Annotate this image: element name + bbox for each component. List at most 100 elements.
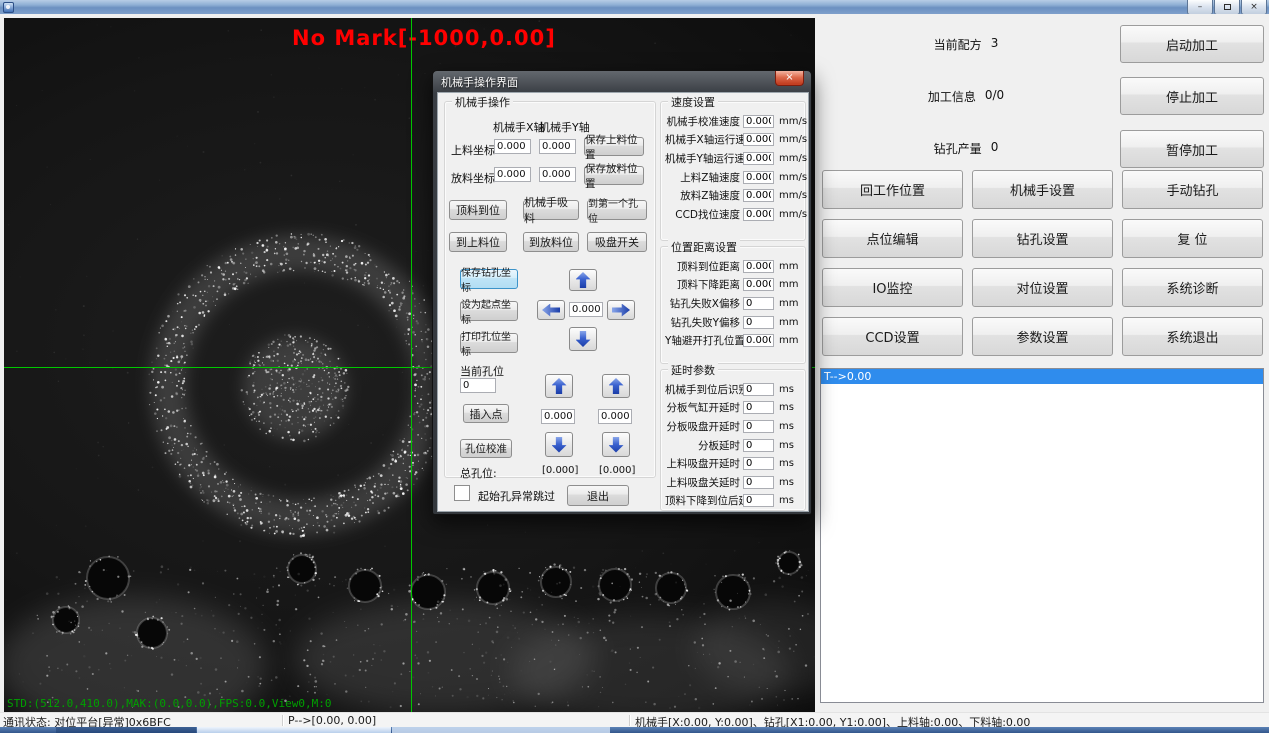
maximize-button[interactable] <box>1214 0 1240 15</box>
current-hole-label: 当前孔位 <box>460 363 504 379</box>
system-exit-button[interactable]: 系统退出 <box>1122 317 1263 356</box>
speed-input[interactable] <box>743 189 774 202</box>
unload-x-input[interactable] <box>494 167 531 182</box>
delay-row: 机械手到位后识别延时ms <box>665 380 801 399</box>
speed-input[interactable] <box>743 208 774 221</box>
y-step-input[interactable] <box>598 409 632 424</box>
drill-settings-button[interactable]: 钻孔设置 <box>972 219 1113 258</box>
stat-value: 0/0 <box>985 88 1004 105</box>
start-process-button[interactable]: 启动加工 <box>1120 25 1264 63</box>
log-list-item[interactable]: T-->0.00 <box>821 369 1263 384</box>
skip-abnormal-checkbox[interactable] <box>454 485 470 501</box>
distance-row: 顶料到位距离mm <box>665 257 801 276</box>
load-y-input[interactable] <box>539 139 576 154</box>
to-first-hole-button[interactable]: 到第一个孔位 <box>587 200 647 220</box>
minimize-button[interactable]: – <box>1187 0 1213 15</box>
window-titlebar[interactable]: – × <box>0 0 1269 14</box>
unload-y-input[interactable] <box>539 167 576 182</box>
x-axis-up-button[interactable] <box>545 374 573 398</box>
stat-value: 0 <box>991 140 999 157</box>
print-hole-coord-button[interactable]: 打印孔位坐标 <box>460 333 518 353</box>
return-work-position-button[interactable]: 回工作位置 <box>822 170 963 209</box>
save-load-position-button[interactable]: 保存上料位置 <box>584 137 644 156</box>
pause-process-button[interactable]: 暂停加工 <box>1120 130 1264 168</box>
parameter-settings-button[interactable]: 参数设置 <box>972 317 1113 356</box>
taskbar[interactable] <box>0 727 1269 733</box>
delay-input[interactable] <box>743 439 774 452</box>
delay-input[interactable] <box>743 457 774 470</box>
x-axis-down-button[interactable] <box>545 432 573 457</box>
suction-switch-button[interactable]: 吸盘开关 <box>587 232 647 252</box>
y-axis-down-button[interactable] <box>602 432 630 457</box>
top-material-in-place-button[interactable]: 顶料到位 <box>449 200 507 220</box>
to-load-position-button[interactable]: 到上料位 <box>449 232 507 252</box>
jog-right-button[interactable] <box>607 300 635 320</box>
io-monitor-button[interactable]: IO监控 <box>822 268 963 307</box>
log-list[interactable]: T-->0.00 <box>820 368 1264 703</box>
speed-input[interactable] <box>743 152 774 165</box>
group-title: 位置距离设置 <box>668 239 740 255</box>
mark-status-text: No Mark[-1000,0.00] <box>292 26 556 50</box>
delay-input[interactable] <box>743 476 774 489</box>
dialog-title: 机械手操作界面 <box>441 74 518 90</box>
minimize-icon: – <box>1198 3 1203 12</box>
x-step-input[interactable] <box>541 409 575 424</box>
exit-button[interactable]: 退出 <box>567 485 629 506</box>
ccd-settings-button[interactable]: CCD设置 <box>822 317 963 356</box>
jog-left-button[interactable] <box>537 300 565 320</box>
speed-input[interactable] <box>743 171 774 184</box>
current-recipe-stat: 当前配方3 <box>816 36 1116 53</box>
distance-input[interactable] <box>743 278 774 291</box>
delay-input[interactable] <box>743 383 774 396</box>
distance-input[interactable] <box>743 334 774 347</box>
current-hole-input[interactable] <box>460 378 496 393</box>
robot-pick-button[interactable]: 机械手吸料 <box>523 200 579 220</box>
close-button[interactable]: × <box>1241 0 1267 15</box>
delay-input[interactable] <box>743 420 774 433</box>
down-arrow-icon <box>552 437 567 453</box>
dialog-close-button[interactable]: × <box>775 71 804 86</box>
hole-calibrate-button[interactable]: 孔位校准 <box>460 439 512 458</box>
reset-button[interactable]: 复 位 <box>1122 219 1263 258</box>
load-x-input[interactable] <box>494 139 531 154</box>
unload-coord-label: 放料坐标 <box>451 170 495 186</box>
status-bar: 通讯状态: 对位平台[异常]0x6BFC P-->[0.00, 0.00] 机械… <box>0 712 1269 727</box>
set-origin-coord-button[interactable]: 设为起点坐标 <box>460 301 518 321</box>
to-unload-position-button[interactable]: 到放料位 <box>523 232 579 252</box>
stat-label: 当前配方 <box>934 36 982 53</box>
distance-input[interactable] <box>743 297 774 310</box>
alignment-settings-button[interactable]: 对位设置 <box>972 268 1113 307</box>
manual-drill-button[interactable]: 手动钻孔 <box>1122 170 1263 209</box>
dialog-close-icon: × <box>785 73 793 83</box>
y-axis-up-button[interactable] <box>602 374 630 398</box>
distance-input[interactable] <box>743 260 774 273</box>
save-drill-coord-button[interactable]: 保存钻孔坐标 <box>460 269 518 289</box>
delay-input[interactable] <box>743 401 774 414</box>
delay-input[interactable] <box>743 494 774 507</box>
up-arrow-icon <box>552 378 567 394</box>
camera-info-text: STD:(512.0,410.0),MAK:(0.0,0.0),FPS:0.0,… <box>7 697 332 710</box>
robot-settings-button[interactable]: 机械手设置 <box>972 170 1113 209</box>
right-arrow-icon <box>612 304 630 317</box>
jog-up-button[interactable] <box>569 269 597 291</box>
distance-row: 顶料下降距离mm <box>665 276 801 295</box>
control-panel: 当前配方3 加工信息0/0 钻孔产量0 启动加工 停止加工 暂停加工 回工作位置… <box>816 14 1269 712</box>
stop-process-button[interactable]: 停止加工 <box>1120 77 1264 115</box>
robot-operation-group: 机械手操作 机械手X轴 机械手Y轴 上料坐标 保存上料位置 放料坐标 保存放料位… <box>444 101 656 478</box>
speed-input[interactable] <box>743 115 774 128</box>
jog-down-button[interactable] <box>569 327 597 351</box>
delay-row: 上料吸盘开延时ms <box>665 454 801 473</box>
insert-point-button[interactable]: 插入点 <box>463 404 509 423</box>
down-arrow-icon <box>609 437 624 453</box>
distance-row: Y轴避开打孔位置mm <box>665 331 801 350</box>
skip-abnormal-label: 起始孔异常跳过 <box>478 488 555 504</box>
dialog-body: 机械手操作 机械手X轴 机械手Y轴 上料坐标 保存上料位置 放料坐标 保存放料位… <box>437 92 809 512</box>
distance-input[interactable] <box>743 316 774 329</box>
point-edit-button[interactable]: 点位编辑 <box>822 219 963 258</box>
speed-row: 放料Z轴速度mm/s <box>665 186 801 205</box>
system-diagnosis-button[interactable]: 系统诊断 <box>1122 268 1263 307</box>
speed-input[interactable] <box>743 133 774 146</box>
status-divider <box>282 715 283 726</box>
save-unload-position-button[interactable]: 保存放料位置 <box>584 166 644 185</box>
jog-step-input[interactable] <box>569 302 603 317</box>
